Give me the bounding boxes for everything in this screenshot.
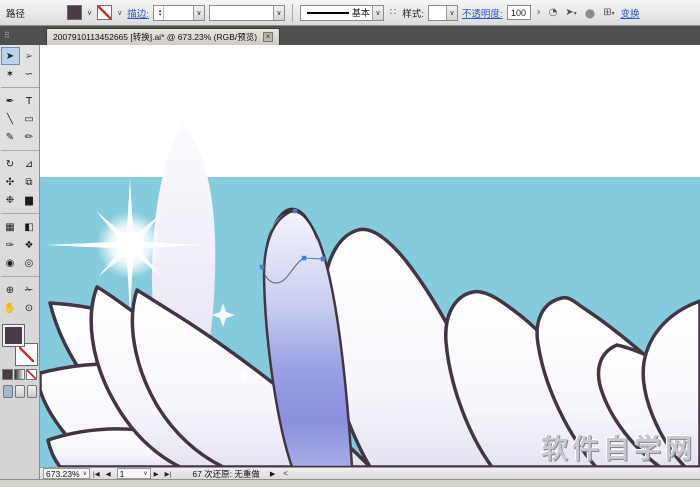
style-dropdown-icon[interactable]: ∨ [446, 6, 457, 20]
stroke-color-dropdown-icon[interactable]: ∨ [116, 9, 123, 17]
lasso-tool[interactable]: ∽ [20, 65, 39, 83]
document-title: 2007910113452665 [转换].ai* @ 673.23% (RGB… [53, 31, 257, 43]
fill-swatch[interactable] [3, 325, 24, 346]
variable-width-dropdown-icon[interactable]: ∨ [273, 6, 284, 20]
variable-width-combo[interactable]: ∨ [209, 5, 285, 21]
rotate-tool[interactable]: ↻ [1, 155, 20, 173]
tool-separator [1, 146, 39, 151]
pencil-tool[interactable]: ✏ [20, 128, 39, 146]
paint-gradient-button[interactable] [14, 369, 25, 380]
anchor-point[interactable] [293, 209, 298, 214]
tab-bar: ⠿ 2007910113452665 [转换].ai* @ 673.23% (R… [0, 26, 700, 45]
selection-tool[interactable]: ➤ [1, 47, 20, 65]
stroke-weight-combo[interactable]: ▴▾ ∨ [153, 5, 205, 21]
paintbrush-tool[interactable]: ✎ [1, 128, 20, 146]
type-tool[interactable]: T [20, 92, 39, 110]
align-panel-icon[interactable]: ⊞▾ [601, 7, 616, 18]
brush-definition-value: 基本 [352, 6, 370, 19]
page-number-value: 1 [120, 469, 125, 479]
tool-separator [1, 272, 39, 277]
control-bar: 路径 ∨ ∨ 描边: ▴▾ ∨ ∨ 基本 ∨ ∷ 样式: ∨ 不透明度: 100… [0, 0, 700, 26]
zoom-dropdown-icon[interactable]: ∨ [83, 470, 87, 477]
brush-definition-combo[interactable]: 基本 ∨ [300, 5, 384, 21]
anchor-point[interactable] [321, 257, 326, 262]
status-collapse-icon[interactable]: < [283, 469, 288, 478]
screen-mode-full-menubar-button[interactable] [15, 385, 25, 398]
tool-separator [1, 83, 39, 88]
status-menu-icon[interactable]: ▶ [270, 470, 275, 478]
document-tab[interactable]: 2007910113452665 [转换].ai* @ 673.23% (RGB… [46, 28, 280, 45]
live-paint-selection-tool[interactable]: ◎ [20, 254, 39, 272]
style-combo[interactable]: ∨ [428, 5, 458, 21]
next-page-icon[interactable]: ▶ [151, 470, 162, 478]
zoom-level-combo[interactable]: 673.23% ∨ [43, 468, 90, 479]
live-paint-bucket-tool[interactable]: ◉ [1, 254, 20, 272]
context-label: 路径 [6, 6, 25, 20]
fill-color-swatch[interactable] [67, 5, 82, 20]
tab-close-icon[interactable]: × [263, 32, 273, 42]
page-dropdown-icon[interactable]: ∨ [143, 470, 147, 477]
stroke-preview [307, 12, 349, 14]
scale-tool[interactable]: ⊿ [20, 155, 39, 173]
starburst-core [116, 231, 144, 259]
tool-separator [1, 209, 39, 214]
screen-mode-full-button[interactable] [27, 385, 37, 398]
opacity-panel-link[interactable]: 不透明度: [462, 6, 503, 20]
attributes-icon[interactable]: ● [583, 6, 597, 20]
anchor-point[interactable] [260, 265, 265, 270]
free-transform-tool[interactable]: ⧉ [20, 173, 39, 191]
color-swatch-block [3, 325, 37, 365]
zoom-tool[interactable]: ⊙ [20, 299, 39, 317]
stroke-panel-link[interactable]: 描边: [127, 6, 149, 20]
prev-page-icon[interactable]: ◀ [103, 470, 114, 478]
line-tool[interactable]: ╲ [1, 110, 20, 128]
anchor-point[interactable] [302, 256, 307, 260]
undo-status-text: 67 次还原: 无重做 [192, 468, 260, 480]
rectangle-tool[interactable]: ▭ [20, 110, 39, 128]
hand-tool[interactable]: ✋ [1, 299, 20, 317]
opacity-stepper-icon[interactable]: › [535, 7, 543, 18]
stroke-weight-spinner[interactable]: ▴▾ [157, 6, 165, 20]
opacity-input[interactable]: 100 [507, 5, 531, 20]
fill-color-dropdown-icon[interactable]: ∨ [86, 9, 93, 17]
brush-definition-dropdown-icon[interactable]: ∨ [372, 6, 383, 20]
pen-tool[interactable]: ✒ [1, 92, 20, 110]
tools-panel: ➤ ➢ ✶ ∽ ✒ T ╲ ▭ ✎ ✏ ↻ ⊿ ✣ ⧉ ❉ ▆ ▦ ◧ ✑ ❖ … [0, 45, 40, 479]
crop-area-tool[interactable]: ⊕ [1, 281, 20, 299]
status-bar: 673.23% ∨ |◀ ◀ 1 ∨ ▶ ▶| 67 次还原: 无重做 ▶ < [40, 467, 700, 479]
transform-panel-link[interactable]: 变换 [621, 6, 640, 20]
separator [292, 4, 293, 22]
page-number-combo[interactable]: 1 ∨ [117, 468, 151, 479]
stroke-color-swatch[interactable] [97, 5, 112, 20]
gradient-tool[interactable]: ◧ [20, 218, 39, 236]
stroke-swatch[interactable] [16, 344, 37, 365]
zoom-level-value: 673.23% [46, 469, 80, 479]
screen-mode-normal-button[interactable] [3, 385, 13, 398]
slice-tool[interactable]: ✁ [20, 281, 39, 299]
style-label: 样式: [402, 6, 424, 20]
symbol-sprayer-tool[interactable]: ❉ [1, 191, 20, 209]
illustrator-window: 路径 ∨ ∨ 描边: ▴▾ ∨ ∨ 基本 ∨ ∷ 样式: ∨ 不透明度: 100… [0, 0, 700, 487]
first-page-icon[interactable]: |◀ [90, 470, 103, 478]
mesh-tool[interactable]: ▦ [1, 218, 20, 236]
direct-selection-tool[interactable]: ➢ [20, 47, 39, 65]
panel-grip-icon[interactable]: ⠿ [4, 31, 18, 43]
magic-wand-tool[interactable]: ✶ [1, 65, 20, 83]
warp-tool[interactable]: ✣ [1, 173, 20, 191]
artwork [40, 45, 700, 467]
blend-tool[interactable]: ❖ [20, 236, 39, 254]
window-bottom-edge [0, 479, 700, 487]
document-canvas[interactable]: 软件自学网 www.rjzxw.com [40, 45, 700, 467]
select-menu-icon[interactable]: ➤▾ [563, 7, 578, 18]
paint-color-button[interactable] [2, 369, 13, 380]
select-similar-icon[interactable]: ∷ [388, 7, 398, 18]
paint-none-button[interactable] [26, 369, 37, 380]
stroke-weight-dropdown-icon[interactable]: ∨ [193, 6, 204, 20]
last-page-icon[interactable]: ▶| [162, 470, 175, 478]
graph-tool[interactable]: ▆ [20, 191, 39, 209]
eyedropper-tool[interactable]: ✑ [1, 236, 20, 254]
opacity-mask-icon[interactable]: ◔ [547, 7, 560, 18]
